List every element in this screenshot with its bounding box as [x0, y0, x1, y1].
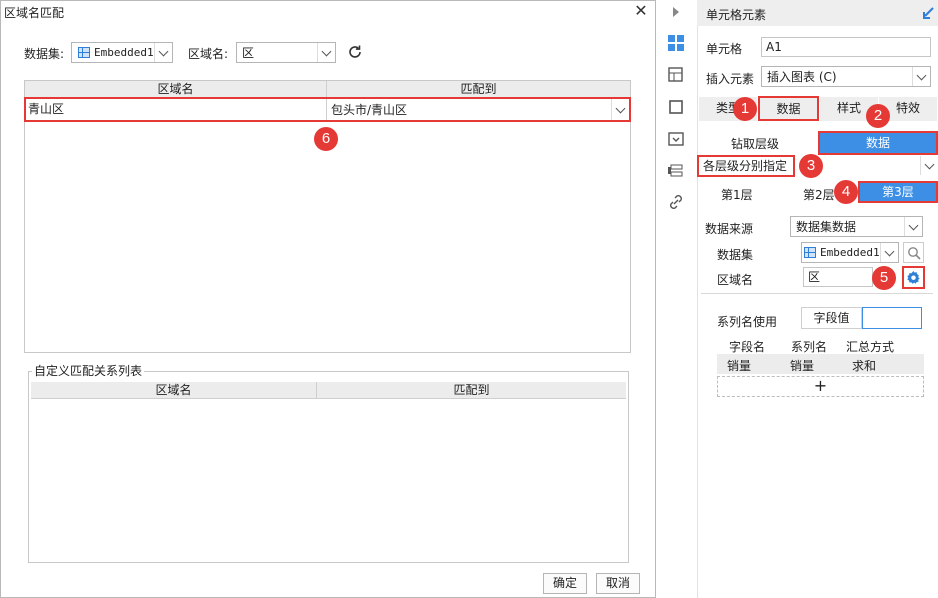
dataset-icon: [804, 247, 816, 258]
cell-element-icon[interactable]: [668, 35, 684, 51]
series-field-name-option[interactable]: 字段名: [862, 307, 922, 329]
panel-region-input[interactable]: 区: [803, 267, 873, 287]
region-label: 区域名:: [188, 47, 229, 61]
series-label: 系列名使用: [717, 315, 778, 329]
dataset-select[interactable]: Embedded1: [71, 42, 173, 63]
property-panel: [697, 0, 938, 598]
grid-header-summary: 汇总方式: [846, 340, 895, 354]
chevron-down-icon: [920, 156, 938, 175]
cell-attribute-icon[interactable]: [668, 67, 684, 83]
expand-arrow-icon[interactable]: [673, 7, 679, 17]
level-2-tab[interactable]: 第2层: [803, 186, 835, 203]
hyperlink-icon[interactable]: [668, 194, 684, 210]
panel-region-label: 区域名: [717, 273, 754, 287]
search-icon[interactable]: [903, 242, 924, 263]
step-badge-3: 3: [799, 154, 823, 178]
panel-title: 单元格元素: [706, 8, 767, 22]
panel-dataset-label: 数据集: [717, 248, 754, 262]
drill-level-label: 钻取层级: [731, 137, 780, 151]
tab-data[interactable]: 数据: [758, 96, 819, 121]
region-select[interactable]: 区: [236, 42, 336, 63]
row-region: 青山区: [26, 99, 327, 120]
gear-icon[interactable]: [902, 266, 925, 289]
series-field-value-option[interactable]: 字段值: [801, 307, 862, 329]
step-badge-4: 4: [834, 180, 858, 204]
condition-icon[interactable]: [668, 163, 684, 179]
dialog-title: 区域名匹配: [4, 6, 65, 20]
col-header-match: 匹配到: [460, 82, 497, 96]
grid-header-field: 字段名: [729, 340, 766, 354]
level-3-tab[interactable]: 第3层: [858, 181, 938, 203]
chevron-down-icon: [611, 99, 629, 120]
insert-label: 插入元素: [706, 72, 755, 86]
step-badge-2: 2: [866, 104, 890, 128]
chevron-down-icon: [904, 217, 922, 236]
grid-cell-field: 销量: [727, 359, 752, 373]
chevron-down-icon: [154, 43, 172, 62]
step-badge-6: 6: [314, 127, 338, 151]
vertical-toolbar: [663, 0, 691, 598]
source-label: 数据来源: [705, 222, 754, 236]
row-match-value: 包头市/青山区: [331, 103, 408, 117]
custom-col-region: 区域名: [31, 382, 317, 398]
insert-value: 插入图表 (C): [767, 70, 837, 84]
custom-table-header: 区域名 匹配到: [31, 382, 626, 399]
dataset-label: 数据集:: [24, 47, 65, 61]
ok-button[interactable]: 确定: [543, 573, 587, 594]
panel-dataset-select[interactable]: Embedded1: [801, 242, 899, 263]
report-icon[interactable]: [668, 131, 684, 147]
cancel-button[interactable]: 取消: [596, 573, 640, 594]
chevron-down-icon: [317, 43, 335, 62]
add-row-button[interactable]: +: [717, 376, 924, 397]
custom-list-title: 自定义匹配关系列表: [32, 362, 145, 379]
collapse-panel-icon[interactable]: [922, 6, 936, 20]
level-mode-value[interactable]: 各层级分别指定: [697, 155, 795, 177]
step-badge-1: 1: [733, 97, 757, 121]
step-badge-5: 5: [872, 266, 896, 290]
match-table-header: 区域名 匹配到: [25, 81, 630, 98]
col-header-region: 区域名: [25, 81, 327, 97]
cell-label: 单元格: [706, 42, 743, 56]
custom-list-frame: [28, 371, 629, 563]
dataset-icon: [78, 47, 90, 58]
dataset-value: Embedded1: [94, 46, 154, 59]
refresh-icon[interactable]: [346, 43, 364, 61]
widget-icon[interactable]: [668, 99, 684, 115]
level-1-tab[interactable]: 第1层: [721, 186, 753, 203]
source-select[interactable]: 数据集数据: [790, 216, 923, 237]
panel-dataset-value: Embedded1: [820, 246, 880, 259]
custom-col-match: 匹配到: [453, 383, 490, 397]
row-match-select[interactable]: 包头市/青山区: [327, 99, 629, 120]
region-value: 区: [242, 46, 255, 60]
close-icon[interactable]: ✕: [632, 2, 650, 20]
chevron-down-icon: [912, 67, 930, 86]
insert-select[interactable]: 插入图表 (C): [761, 66, 931, 87]
chevron-down-icon: [880, 243, 898, 262]
grid-cell-series: 销量: [790, 359, 815, 373]
grid-header-series: 系列名: [791, 340, 828, 354]
divider: [701, 293, 933, 294]
table-row[interactable]: 青山区 包头市/青山区: [24, 97, 631, 122]
cell-input[interactable]: A1: [761, 37, 931, 57]
source-value: 数据集数据: [796, 220, 857, 234]
data-button[interactable]: 数据: [818, 131, 938, 155]
grid-cell-summary: 求和: [852, 359, 877, 373]
